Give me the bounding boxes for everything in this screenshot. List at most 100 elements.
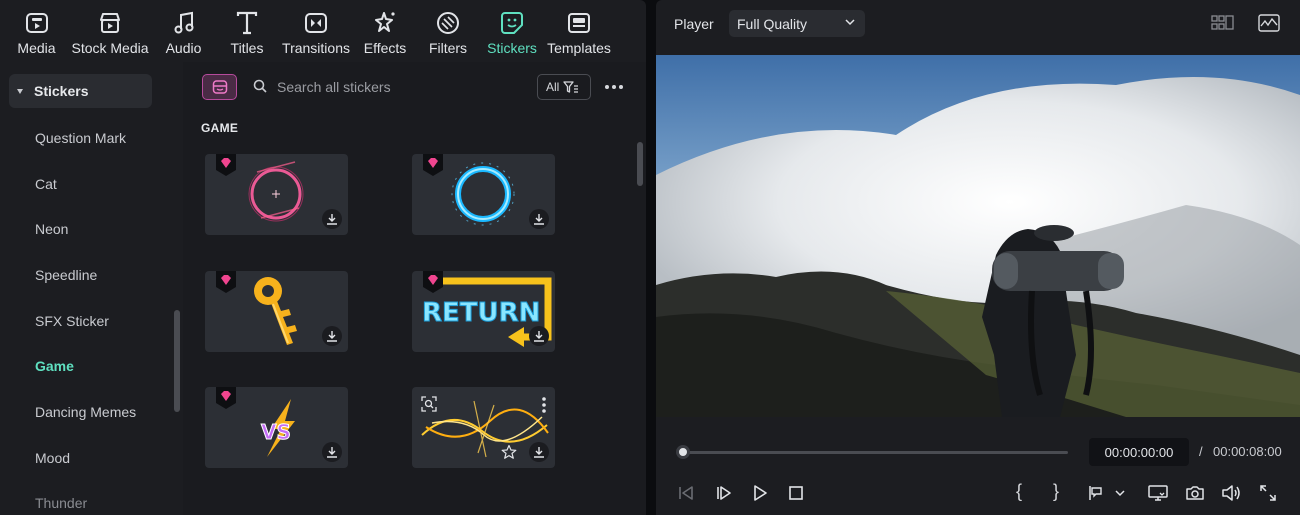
section-title: GAME [201, 121, 239, 135]
stop-icon [789, 486, 803, 500]
card-menu-icon[interactable] [541, 396, 547, 414]
tab-templates-label: Templates [547, 40, 611, 56]
marker-dropdown[interactable] [1112, 482, 1128, 504]
volume-button[interactable] [1220, 482, 1242, 504]
filters-icon [437, 12, 459, 34]
tab-stickers-label: Stickers [487, 40, 537, 56]
sidebar-header-stickers[interactable]: Stickers [9, 74, 152, 108]
current-time-text: 00:00:00:00 [1104, 444, 1174, 460]
total-duration: 00:00:08:00 [1213, 444, 1282, 459]
preview-zoom-icon[interactable] [421, 396, 437, 412]
next-frame-button[interactable] [713, 482, 735, 504]
sidebar-item-neon[interactable]: Neon [35, 221, 68, 237]
monitor-icon [1148, 485, 1168, 501]
premium-gem-icon [423, 271, 443, 293]
progress-knob[interactable] [676, 445, 690, 459]
download-icon [534, 214, 544, 225]
fullscreen-button[interactable] [1257, 482, 1279, 504]
previous-frame-button[interactable] [675, 482, 697, 504]
music-note-icon [174, 11, 193, 34]
sticker-card-return[interactable]: RETURN [412, 271, 555, 352]
media-toolbar: Media Stock Media Audio Titles Transitio… [0, 0, 646, 62]
tab-stickers[interactable]: Stickers [487, 0, 537, 62]
tab-effects-label: Effects [363, 40, 407, 56]
sticker-icon [501, 12, 523, 34]
tab-effects[interactable]: Effects [364, 0, 406, 62]
filter-button[interactable]: All [537, 74, 591, 100]
tab-media-label: Media [17, 40, 56, 56]
stop-button[interactable] [785, 482, 807, 504]
tab-media[interactable]: Media [14, 0, 59, 62]
step-back-icon [679, 486, 693, 500]
download-icon [327, 447, 337, 458]
chevron-down-icon [1115, 489, 1125, 496]
tab-filters-label: Filters [428, 40, 468, 56]
download-button[interactable] [529, 209, 549, 229]
download-icon [534, 331, 544, 342]
sidebar-item-cat[interactable]: Cat [35, 176, 57, 192]
sticker-card-golden-key[interactable] [205, 271, 348, 352]
grid-scrollbar[interactable] [637, 142, 643, 186]
search-input[interactable] [277, 76, 517, 98]
quality-value: Full Quality [737, 15, 808, 32]
tab-audio-label: Audio [165, 40, 202, 56]
stock-media-icon [100, 13, 120, 33]
player-header: Player Full Quality [656, 0, 1300, 48]
tab-titles-label: Titles [230, 40, 264, 56]
download-icon [534, 447, 544, 458]
sidebar-item-speedline[interactable]: Speedline [35, 267, 97, 283]
sticker-card-vs[interactable]: VS [205, 387, 348, 468]
grid-layout-icon[interactable] [1211, 13, 1235, 33]
sticker-card-golden-streaks[interactable] [412, 387, 555, 468]
tab-filters[interactable]: Filters [429, 0, 467, 62]
more-options-icon[interactable] [603, 76, 625, 98]
player-label: Player [674, 16, 714, 32]
sticker-card-neon-pink-ring[interactable] [205, 154, 348, 235]
expand-icon [1260, 485, 1276, 501]
progress-track[interactable] [683, 451, 1068, 454]
sidebar-item-mood[interactable]: Mood [35, 450, 70, 466]
search-icon [253, 79, 267, 93]
mark-out-button[interactable]: } [1053, 481, 1059, 502]
caret-down-icon [17, 88, 23, 94]
sticker-library-toggle[interactable] [202, 74, 237, 100]
sidebar-item-dancing-memes[interactable]: Dancing Memes [35, 404, 136, 420]
tab-titles[interactable]: Titles [228, 0, 266, 62]
tab-transitions[interactable]: Transitions [282, 0, 350, 62]
premium-gem-icon [216, 387, 236, 409]
tab-templates[interactable]: Templates [547, 0, 611, 62]
display-settings-button[interactable] [1147, 482, 1169, 504]
sidebar-item-sfx-sticker[interactable]: SFX Sticker [35, 313, 109, 329]
download-icon [327, 214, 337, 225]
tab-audio[interactable]: Audio [163, 0, 204, 62]
download-button[interactable] [322, 326, 342, 346]
download-button[interactable] [322, 209, 342, 229]
media-icon [25, 13, 48, 33]
sidebar-scrollbar[interactable] [174, 310, 180, 412]
camera-icon [1186, 486, 1204, 500]
play-button[interactable] [749, 482, 771, 504]
download-button[interactable] [529, 326, 549, 346]
download-button[interactable] [322, 442, 342, 462]
favorite-star-icon[interactable] [501, 444, 517, 460]
sidebar-header-label: Stickers [34, 83, 89, 99]
mark-in-button[interactable]: { [1016, 481, 1022, 502]
snapshot-button[interactable] [1184, 482, 1206, 504]
sticker-card-neon-blue-ring[interactable] [412, 154, 555, 235]
player-panel: Player Full Quality 00:00:00:00 / 00:00:… [656, 0, 1300, 515]
sidebar-item-game[interactable]: Game [35, 358, 74, 374]
sparkle-icon [375, 12, 395, 32]
sidebar-item-thunder[interactable]: Thunder [35, 495, 87, 511]
waveform-scope-icon[interactable] [1258, 13, 1280, 33]
video-preview[interactable] [656, 55, 1300, 417]
templates-icon [568, 13, 590, 33]
sidebar-item-question-mark[interactable]: Question Mark [35, 130, 126, 146]
current-timecode[interactable]: 00:00:00:00 [1089, 438, 1189, 466]
timeline-row: 00:00:00:00 / 00:00:08:00 [656, 430, 1300, 470]
return-sticker-text: RETURN [422, 298, 540, 328]
sticker-store-icon [212, 80, 227, 94]
tab-stock-media[interactable]: Stock Media [71, 0, 149, 62]
marker-button[interactable] [1085, 482, 1107, 504]
quality-dropdown[interactable]: Full Quality [729, 10, 865, 37]
download-button[interactable] [529, 442, 549, 462]
